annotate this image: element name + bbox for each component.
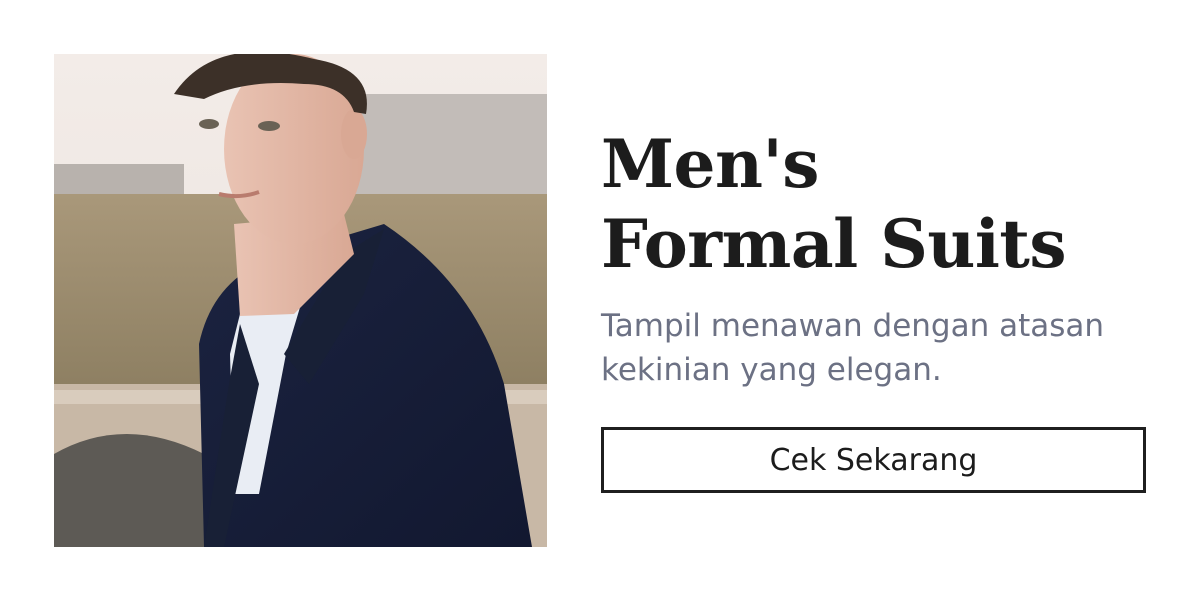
banner-title: Men's Formal Suits bbox=[601, 125, 1067, 283]
banner-subtitle: Tampil menawan dengan atasan kekinian ya… bbox=[601, 308, 1105, 388]
promo-banner: Men's Formal Suits Tampil menawan dengan… bbox=[0, 0, 1200, 600]
product-photo-illustration bbox=[54, 54, 547, 547]
product-image bbox=[54, 54, 547, 547]
check-now-button[interactable]: Cek Sekarang bbox=[601, 427, 1146, 493]
banner-content: Men's Formal Suits Tampil menawan dengan… bbox=[601, 124, 1161, 392]
